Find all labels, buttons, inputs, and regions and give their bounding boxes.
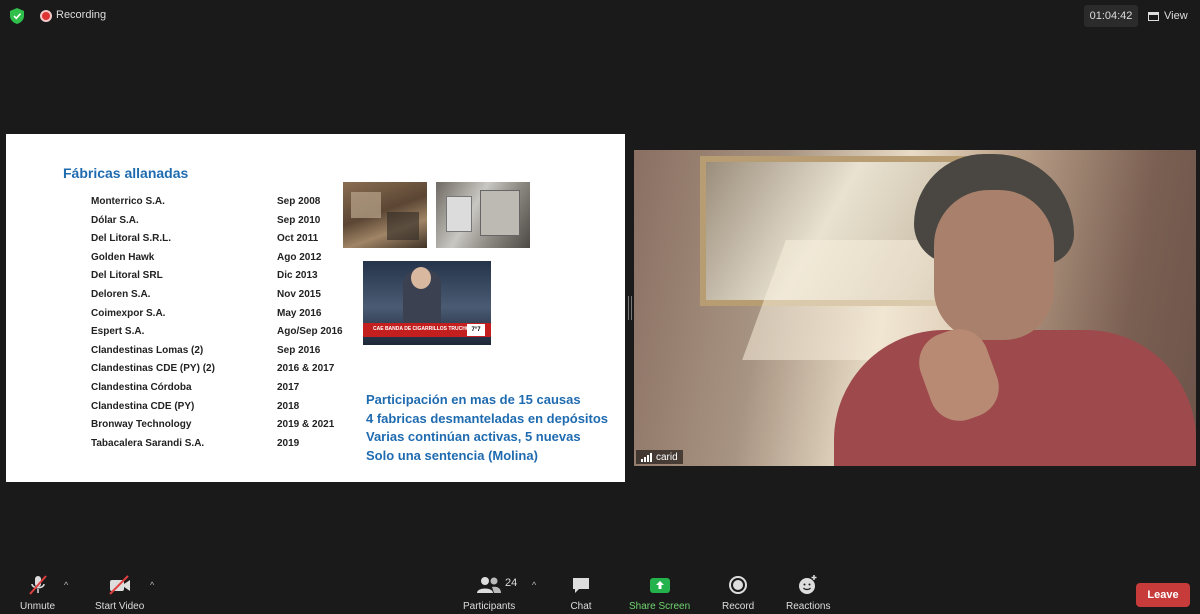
record-label: Record [722,601,755,612]
reactions-button[interactable]: Reactions [786,574,830,612]
participants-options-caret-icon[interactable]: ^ [532,580,536,590]
start-video-button[interactable]: Start Video [95,574,144,612]
unmute-label: Unmute [20,601,56,612]
audio-options-caret-icon[interactable]: ^ [64,580,68,590]
record-icon [729,576,748,594]
factory-name: Clandestinas CDE (PY) (2) [91,363,215,375]
top-bar: Recording 01:04:42 View [0,0,1200,32]
video-options-caret-icon[interactable]: ^ [150,580,154,590]
meeting-toolbar: Unmute ^ Start Video ^ Participants 24 ^… [0,566,1200,614]
chat-label: Chat [570,601,592,612]
view-grid-icon [1148,11,1159,21]
factory-date: Ago/Sep 2016 [277,326,343,338]
view-label: View [1164,10,1188,22]
factory-name: Monterrico S.A. [91,196,165,207]
record-button[interactable]: Record [722,574,754,612]
factory-date: 2018 [277,400,300,412]
leave-button[interactable]: Leave [1136,583,1190,607]
news-clock: 7°7 [467,324,485,336]
factory-name: Clandestina Córdoba [91,381,192,393]
recording-icon [40,10,52,22]
factory-date: 2017 [277,381,300,393]
share-screen-icon [649,578,670,593]
summary-line: Participación en mas de 15 causas [366,392,581,407]
shared-screen-slide: Fábricas allanadas Monterrico S.A. Sep 20… [6,134,625,482]
factory-date: May 2016 [277,307,322,319]
participant-name-tag: carid [636,450,683,464]
factory-date: 2019 [277,437,300,449]
reactions-label: Reactions [786,601,831,612]
chat-icon [573,578,589,593]
factory-photo-machinery [436,182,530,248]
factory-date: Dic 2013 [277,270,318,282]
factory-date: Sep 2016 [277,344,321,356]
slide-title: Fábricas allanadas [63,165,189,181]
share-screen-label: Share Screen [629,601,691,612]
factory-name: Espert S.A. [91,326,145,338]
summary-line: Varias continúan activas, 5 nuevas [366,429,581,444]
reactions-emoji-icon [799,575,817,594]
security-shield-icon[interactable] [10,8,24,24]
recording-label: Recording [56,9,107,21]
factory-name: Clandestina CDE (PY) [91,400,195,412]
factory-date: 2016 & 2017 [277,363,335,375]
participants-count: 24 [505,577,518,589]
factory-name: Clandestinas Lomas (2) [91,344,204,356]
factory-date: Nov 2015 [277,288,321,300]
view-button[interactable]: View [1148,7,1188,25]
factory-date: Oct 2011 [277,233,319,245]
participants-icon [477,577,502,593]
factory-photo-warehouse [343,182,427,248]
news-ticker-text: CAE BANDA DE CIGARRILLOS TRUCHOS [373,326,474,332]
summary-text: Participación en mas de 15 causas 4 fabr… [366,392,608,466]
participant-video[interactable] [634,150,1196,466]
factory-date: 2019 & 2021 [277,419,335,431]
meeting-timer: 01:04:42 [1084,5,1138,27]
news-broadcast-photo: CAE BANDA DE CIGARRILLOS TRUCHOS 7°7 [363,261,491,345]
summary-line: Solo una sentencia (Molina) [366,447,538,463]
factory-name: Coimexpor S.A. [91,307,166,319]
participants-label: Participants [463,601,516,612]
factory-name: Del Litoral S.R.L. [91,233,172,245]
start-video-label: Start Video [95,601,145,612]
share-screen-button[interactable]: Share Screen [629,574,690,612]
microphone-muted-icon [28,575,47,595]
factory-date: Ago 2012 [277,251,322,263]
factory-name: Deloren S.A. [91,288,151,300]
factory-name: Dólar S.A. [91,214,139,226]
factory-name: Bronway Technology [91,419,192,431]
factory-name: Golden Hawk [91,251,155,263]
chat-button[interactable]: Chat [570,574,592,612]
unmute-button[interactable]: Unmute [20,574,55,612]
split-divider-handle[interactable] [628,296,632,320]
factory-name: Tabacalera Sarandi S.A. [91,437,205,449]
factory-date: Sep 2010 [277,214,321,226]
participant-name: carid [656,451,678,463]
factory-date: Sep 2008 [277,196,321,207]
summary-line: 4 fabricas desmanteladas en depósitos [366,410,609,426]
video-off-icon [108,575,130,595]
signal-strength-icon [641,452,652,462]
factory-name: Del Litoral SRL [91,270,163,282]
